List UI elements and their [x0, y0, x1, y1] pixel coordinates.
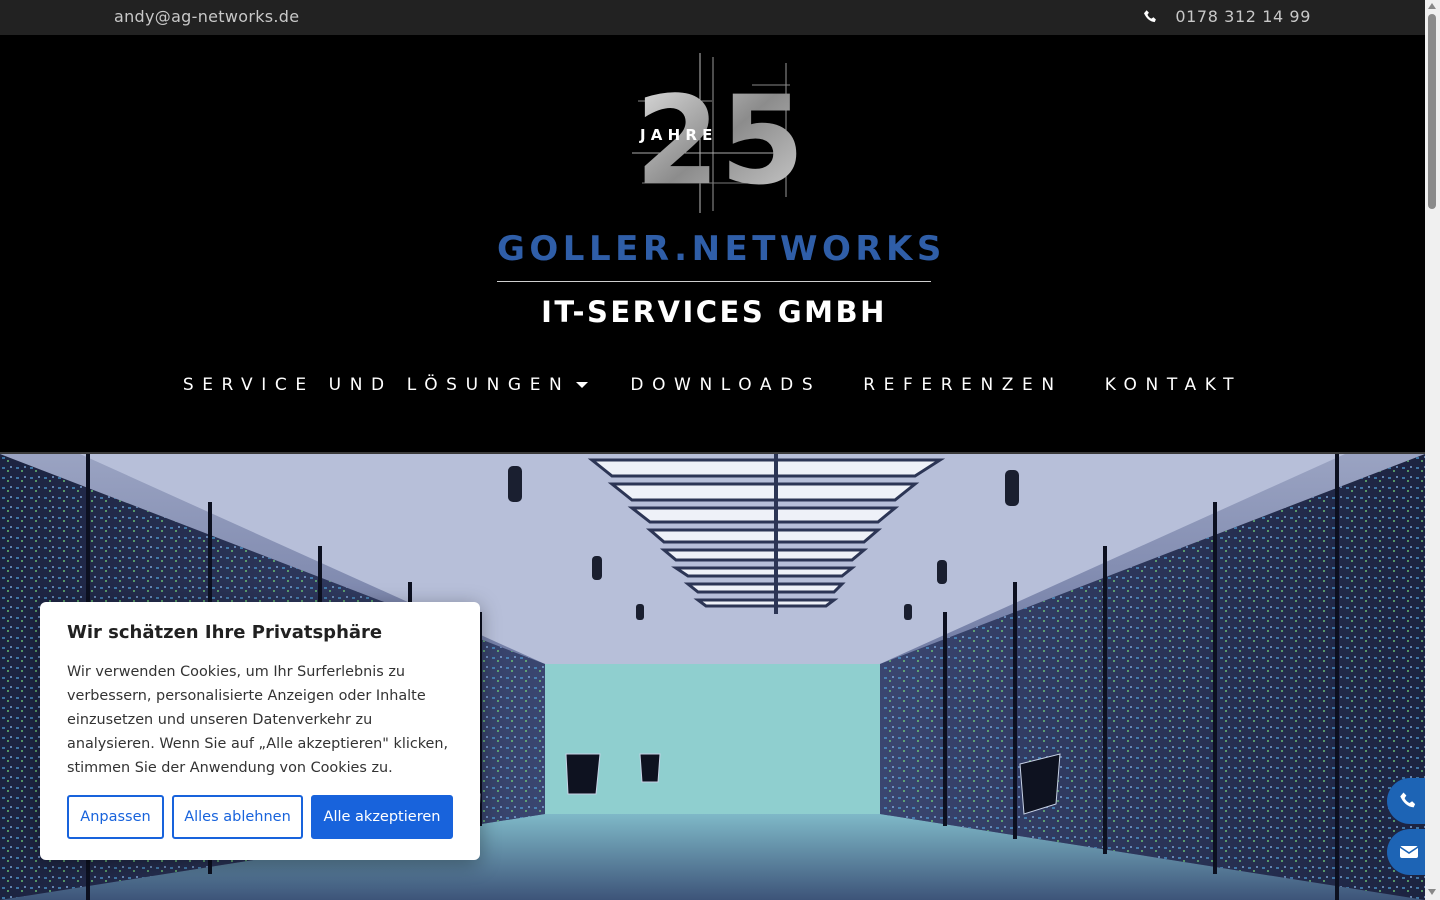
phone-icon — [1400, 792, 1416, 808]
anniversary-logo[interactable]: 25 J A H R E — [612, 53, 812, 213]
cookie-title: Wir schätzen Ihre Privatsphäre — [67, 622, 383, 643]
brand-divider — [497, 281, 931, 282]
cookie-consent-dialog: Wir schätzen Ihre Privatsphäre Wir verwe… — [40, 602, 480, 860]
phone-icon — [1144, 9, 1157, 22]
chevron-down-icon — [576, 382, 589, 388]
site-header: 25 J A H R E GOLLER.NETWORKS IT-SERVICES… — [0, 35, 1425, 453]
reject-all-button[interactable]: Alles ablehnen — [172, 795, 303, 839]
brand-name: GOLLER.NETWORKS — [497, 229, 946, 269]
page-scrollbar[interactable] — [1425, 0, 1440, 900]
scroll-up-icon[interactable] — [1428, 3, 1436, 9]
nav-item-downloads[interactable]: DOWNLOADS — [630, 375, 821, 395]
nav-item-referenzen[interactable]: REFERENZEN — [863, 375, 1062, 395]
envelope-icon — [1399, 846, 1419, 858]
top-bar: andy@ag-networks.de 0178 312 14 99 — [0, 0, 1425, 35]
customize-button[interactable]: Anpassen — [67, 795, 164, 839]
main-nav: SERVICE UND LÖSUNGEN DOWNLOADS REFERENZE… — [0, 375, 1425, 395]
phone-number: 0178 312 14 99 — [1175, 7, 1311, 26]
brand-tagline: IT-SERVICES GMBH — [541, 295, 887, 329]
nav-item-service[interactable]: SERVICE UND LÖSUNGEN — [183, 375, 589, 395]
logo-word: J A H R E — [639, 126, 712, 144]
accept-all-button[interactable]: Alle akzeptieren — [311, 795, 453, 839]
email-link[interactable]: andy@ag-networks.de — [114, 7, 299, 26]
nav-item-kontakt[interactable]: KONTAKT — [1105, 375, 1242, 395]
cookie-text: Wir verwenden Cookies, um Ihr Surferlebn… — [67, 664, 449, 776]
phone-link[interactable]: 0178 312 14 99 — [1143, 7, 1311, 26]
nav-label-service: SERVICE UND LÖSUNGEN — [182, 375, 571, 395]
scrollbar-thumb[interactable] — [1428, 14, 1436, 209]
scroll-down-icon[interactable] — [1428, 889, 1436, 895]
